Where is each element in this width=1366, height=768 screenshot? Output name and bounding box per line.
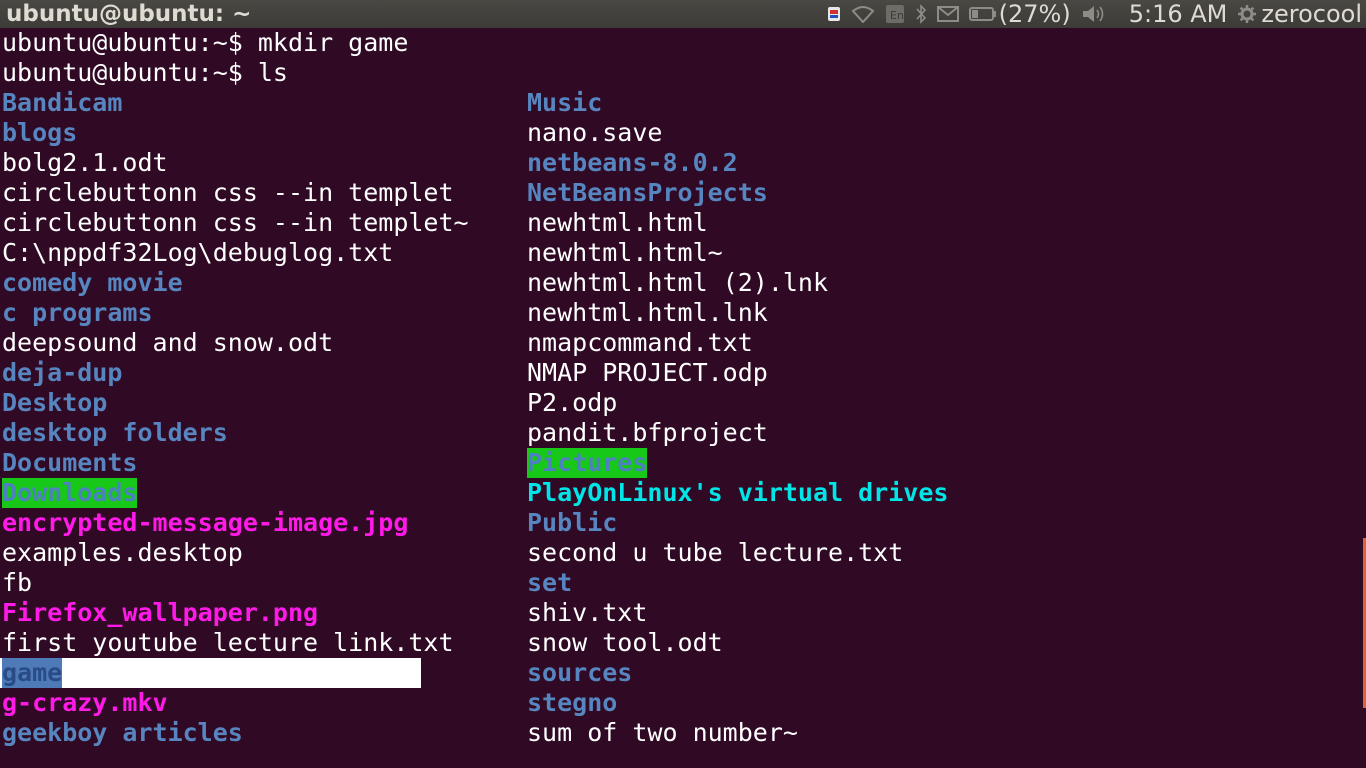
ls-entry: C:\nppdf32Log\debuglog.txt (2, 238, 394, 267)
ls-entry: first youtube lecture link.txt (2, 628, 454, 657)
ls-entry: shiv.txt (527, 598, 648, 627)
ls-entry: Desktop (2, 388, 108, 417)
ls-entry: Public (527, 508, 618, 537)
ls-entry: PlayOnLinux's virtual drives (527, 478, 949, 507)
ls-entry: fb (2, 568, 33, 597)
ls-entry: sources (527, 658, 633, 687)
clock[interactable]: 5:16 AM (1129, 0, 1228, 28)
ls-entry: set (527, 568, 573, 597)
ls-entry: newhtml.html (2).lnk (527, 268, 829, 297)
ls-entry: bolg2.1.odt (2, 148, 168, 177)
ls-entry: newhtml.html~ (527, 238, 723, 267)
ls-entry: geekboy articles (2, 718, 243, 747)
ls-entry: NMAP PROJECT.odp (527, 358, 768, 387)
bluetooth-icon[interactable] (915, 0, 927, 28)
ls-entry: second u tube lecture.txt (527, 538, 904, 567)
ls-entry: NetBeansProjects (527, 178, 768, 207)
battery-indicator[interactable]: (27%) (968, 0, 1071, 28)
mail-icon[interactable] (936, 0, 959, 28)
window-title: ubuntu@ubuntu: ~ (6, 1, 252, 27)
ls-entry: Pictures (527, 448, 648, 478)
wifi-icon[interactable] (851, 0, 875, 28)
ls-entry: comedy movie (2, 268, 183, 297)
ls-entry: newhtml.html.lnk (527, 298, 768, 327)
top-panel: ubuntu@ubuntu: ~ En (27%) 5:16 AM zeroco… (0, 0, 1366, 28)
gear-icon (1237, 0, 1257, 28)
terminal-output[interactable]: ubuntu@ubuntu:~$ mkdir game ubuntu@ubunt… (0, 28, 1366, 768)
volume-icon[interactable] (1081, 0, 1105, 28)
ls-entry: circlebuttonn css --in templet (2, 178, 454, 207)
ls-entry: blogs (2, 118, 78, 147)
ls-entry: netbeans-8.0.2 (527, 148, 738, 177)
ls-entry: P2.odp (527, 388, 618, 417)
session-menu[interactable]: zerocool (1237, 0, 1362, 28)
dropbox-icon[interactable] (827, 0, 841, 28)
ls-entry: Downloads (2, 478, 138, 508)
ls-entry: pandit.bfproject (527, 418, 768, 447)
ls-entry: nmapcommand.txt (527, 328, 753, 357)
svg-text:En: En (890, 9, 904, 22)
ls-entry: nano.save (527, 118, 663, 147)
prompt-ls-line: ubuntu@ubuntu:~$ ls (2, 58, 288, 87)
ls-entry: examples.desktop (2, 538, 243, 567)
battery-icon (968, 0, 997, 28)
system-tray: En (27%) 5:16 AM zerocool (827, 0, 1362, 28)
ls-entry: snow tool.odt (527, 628, 723, 657)
prompt-mkdir-line: ubuntu@ubuntu:~$ mkdir game (2, 28, 409, 57)
ls-entry: encrypted-message-image.jpg (2, 508, 409, 537)
ls-entry: desktop folders (2, 418, 228, 447)
ls-entry: sum of two number~ (527, 718, 798, 747)
user-name: zerocool (1261, 0, 1362, 28)
ls-entry: newhtml.html (527, 208, 708, 237)
selection-highlight (0, 658, 421, 688)
ls-entry: deepsound and snow.odt (2, 328, 334, 357)
ls-entry: Documents (2, 448, 138, 477)
ls-entry: stegno (527, 688, 618, 717)
ls-entry: circlebuttonn css --in templet~ (2, 208, 469, 237)
ls-entry: g-crazy.mkv (2, 688, 168, 717)
ls-entry: deja-dup (2, 358, 123, 387)
ls-entry: Music (527, 88, 603, 117)
battery-percent: (27%) (998, 0, 1071, 28)
ls-entry: game (2, 658, 63, 688)
keyboard-icon[interactable]: En (885, 0, 905, 28)
ls-entry: Bandicam (2, 88, 123, 117)
ls-entry: Firefox_wallpaper.png (2, 598, 319, 627)
ls-entry: c programs (2, 298, 153, 327)
